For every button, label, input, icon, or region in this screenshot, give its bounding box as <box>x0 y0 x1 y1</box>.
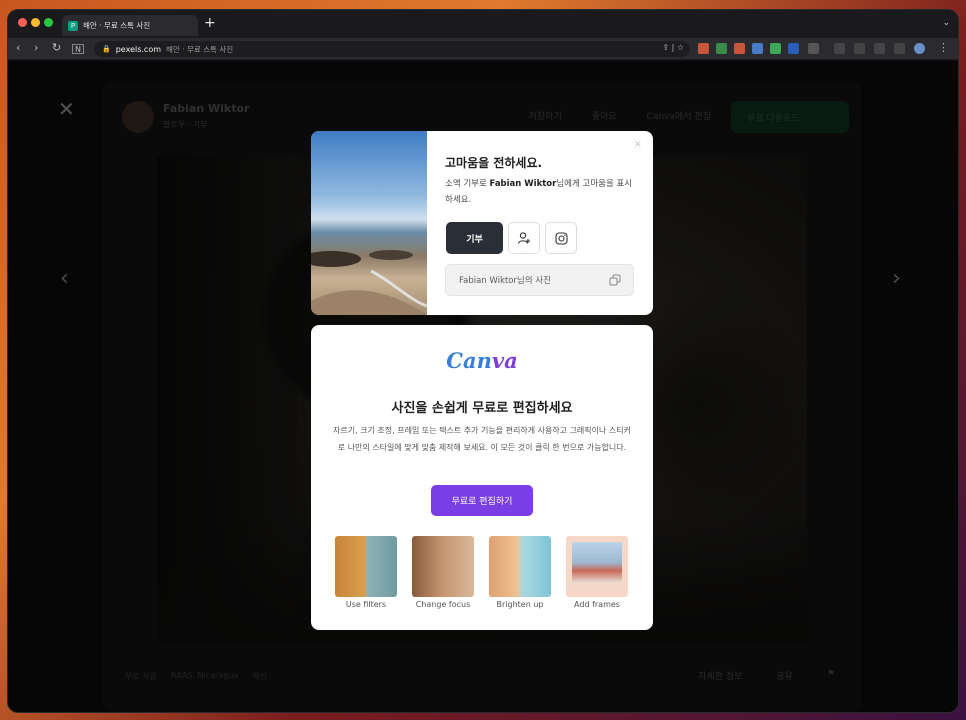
photo-credit-text: Fabian Wiktor님의 사진 <box>459 276 551 286</box>
extension-icon[interactable] <box>698 43 709 54</box>
photographer-name: Fabian Wiktor <box>489 179 557 189</box>
extensions-puzzle-icon[interactable] <box>808 43 819 54</box>
popup-title: 고마움을 전하세요. <box>445 156 543 170</box>
feature-add-frames[interactable]: Add frames <box>566 536 628 609</box>
address-bar[interactable]: 🔒 pexels.com 해안 · 무료 스톡 사진 ⇪ | ☆ <box>94 41 690 57</box>
tab-search-chevron-icon[interactable]: ⌄ <box>942 18 950 28</box>
url-host: pexels.com <box>115 44 162 54</box>
photo-credit-field[interactable]: Fabian Wiktor님의 사진 <box>445 264 634 296</box>
extension-icon[interactable] <box>770 43 781 54</box>
feature-change-focus[interactable]: Change focus <box>412 536 474 609</box>
feature-label: Brighten up <box>496 600 544 609</box>
cast-icon[interactable] <box>854 43 865 54</box>
feature-label: Change focus <box>415 600 471 609</box>
sidebar-icon[interactable] <box>894 43 905 54</box>
extension-icon[interactable] <box>716 43 727 54</box>
browser-window: P 해안 · 무료 스톡 사진 + ⌄ ‹ › ↻ N 🔒 pexels.com… <box>8 10 958 712</box>
screenshot-icon[interactable] <box>874 43 885 54</box>
notion-extension-icon[interactable]: N <box>72 44 84 54</box>
lock-icon: 🔒 <box>102 45 111 53</box>
feature-label: Add frames <box>574 600 620 609</box>
brighten-thumbnail <box>489 536 551 597</box>
zoom-window-button[interactable] <box>44 18 53 27</box>
back-icon[interactable]: ‹ <box>16 41 20 55</box>
thanks-popup: × 고마움을 전하세요. 소액 기부로 Fabian Wiktor님에게 고마움… <box>311 131 653 315</box>
extension-icon[interactable] <box>734 43 745 54</box>
canva-title: 사진을 손쉽게 무료로 편집하세요 <box>391 401 573 416</box>
minimize-window-button[interactable] <box>31 18 40 27</box>
focus-thumbnail <box>412 536 474 597</box>
filters-thumbnail <box>335 536 397 597</box>
reload-icon[interactable]: ↻ <box>52 41 61 55</box>
feature-use-filters[interactable]: Use filters <box>335 536 397 609</box>
close-window-button[interactable] <box>18 18 27 27</box>
frames-thumbnail <box>566 536 628 597</box>
profile-avatar[interactable] <box>914 43 925 54</box>
forward-icon[interactable]: › <box>34 41 38 55</box>
feature-label: Use filters <box>345 600 387 609</box>
new-tab-button[interactable]: + <box>204 16 216 30</box>
donate-button[interactable]: 기부 <box>446 222 503 254</box>
active-tab[interactable]: P 해안 · 무료 스톡 사진 <box>62 15 198 36</box>
feature-brighten-up[interactable]: Brighten up <box>489 536 551 609</box>
beach-thumbnail <box>311 131 427 315</box>
close-popup-icon[interactable]: × <box>634 139 642 150</box>
download-icon[interactable] <box>834 43 845 54</box>
tab-title: 해안 · 무료 스톡 사진 <box>83 21 151 30</box>
copy-icon[interactable] <box>609 274 621 289</box>
tab-bar: P 해안 · 무료 스톡 사진 + ⌄ <box>8 10 958 38</box>
popup-description: 소액 기부로 Fabian Wiktor님에게 고마움을 표시하세요. <box>445 179 633 205</box>
extension-icon[interactable] <box>788 43 799 54</box>
instagram-icon[interactable] <box>545 222 577 254</box>
pexels-favicon-icon: P <box>68 20 78 31</box>
canva-logo: Canva <box>446 348 518 373</box>
browser-toolbar: ‹ › ↻ N 🔒 pexels.com 해안 · 무료 스톡 사진 ⇪ | ☆… <box>8 38 958 60</box>
canva-description: 자르기, 크기 조정, 프레임 또는 텍스트 추가 기능을 편리하게 사용하고 … <box>332 426 631 452</box>
url-path: 해안 · 무료 스톡 사진 <box>166 44 234 54</box>
share-star-icons[interactable]: ⇪ | ☆ <box>662 43 684 52</box>
page-content: ✕ ‹ › Fabian Wiktor 팔로우 · 기부 저장하기 좋아요 Ca… <box>8 61 958 712</box>
menu-icon[interactable]: ⋮ <box>938 41 949 55</box>
canva-promo-card: Canva 사진을 손쉽게 무료로 편집하세요 자르기, 크기 조정, 프레임 … <box>311 325 653 630</box>
follow-user-icon[interactable] <box>508 222 540 254</box>
edit-for-free-button[interactable]: 무료로 편집하기 <box>431 485 533 516</box>
extension-icon[interactable] <box>752 43 763 54</box>
